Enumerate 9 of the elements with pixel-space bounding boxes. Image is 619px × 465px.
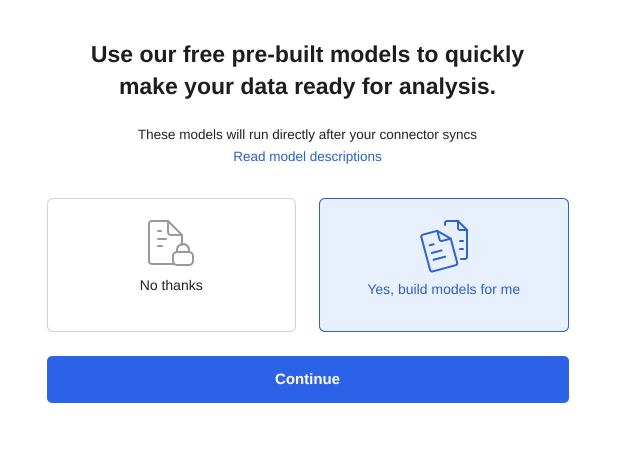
option-card[interactable]: Yes, build models for me: [319, 198, 568, 332]
descriptions-link[interactable]: Read model descriptions: [233, 149, 382, 164]
locked-document-icon: [146, 219, 196, 269]
heading: Use our free pre-built models to quickly make your data ready for analysis.: [90, 40, 526, 101]
option-label: Yes, build models for me: [367, 281, 520, 297]
option-label: No thanks: [140, 277, 203, 293]
subtitle: These models will run directly after your connector syncs: [138, 127, 478, 142]
option-card[interactable]: No thanks: [46, 198, 296, 332]
continue-button[interactable]: Continue: [46, 356, 568, 403]
